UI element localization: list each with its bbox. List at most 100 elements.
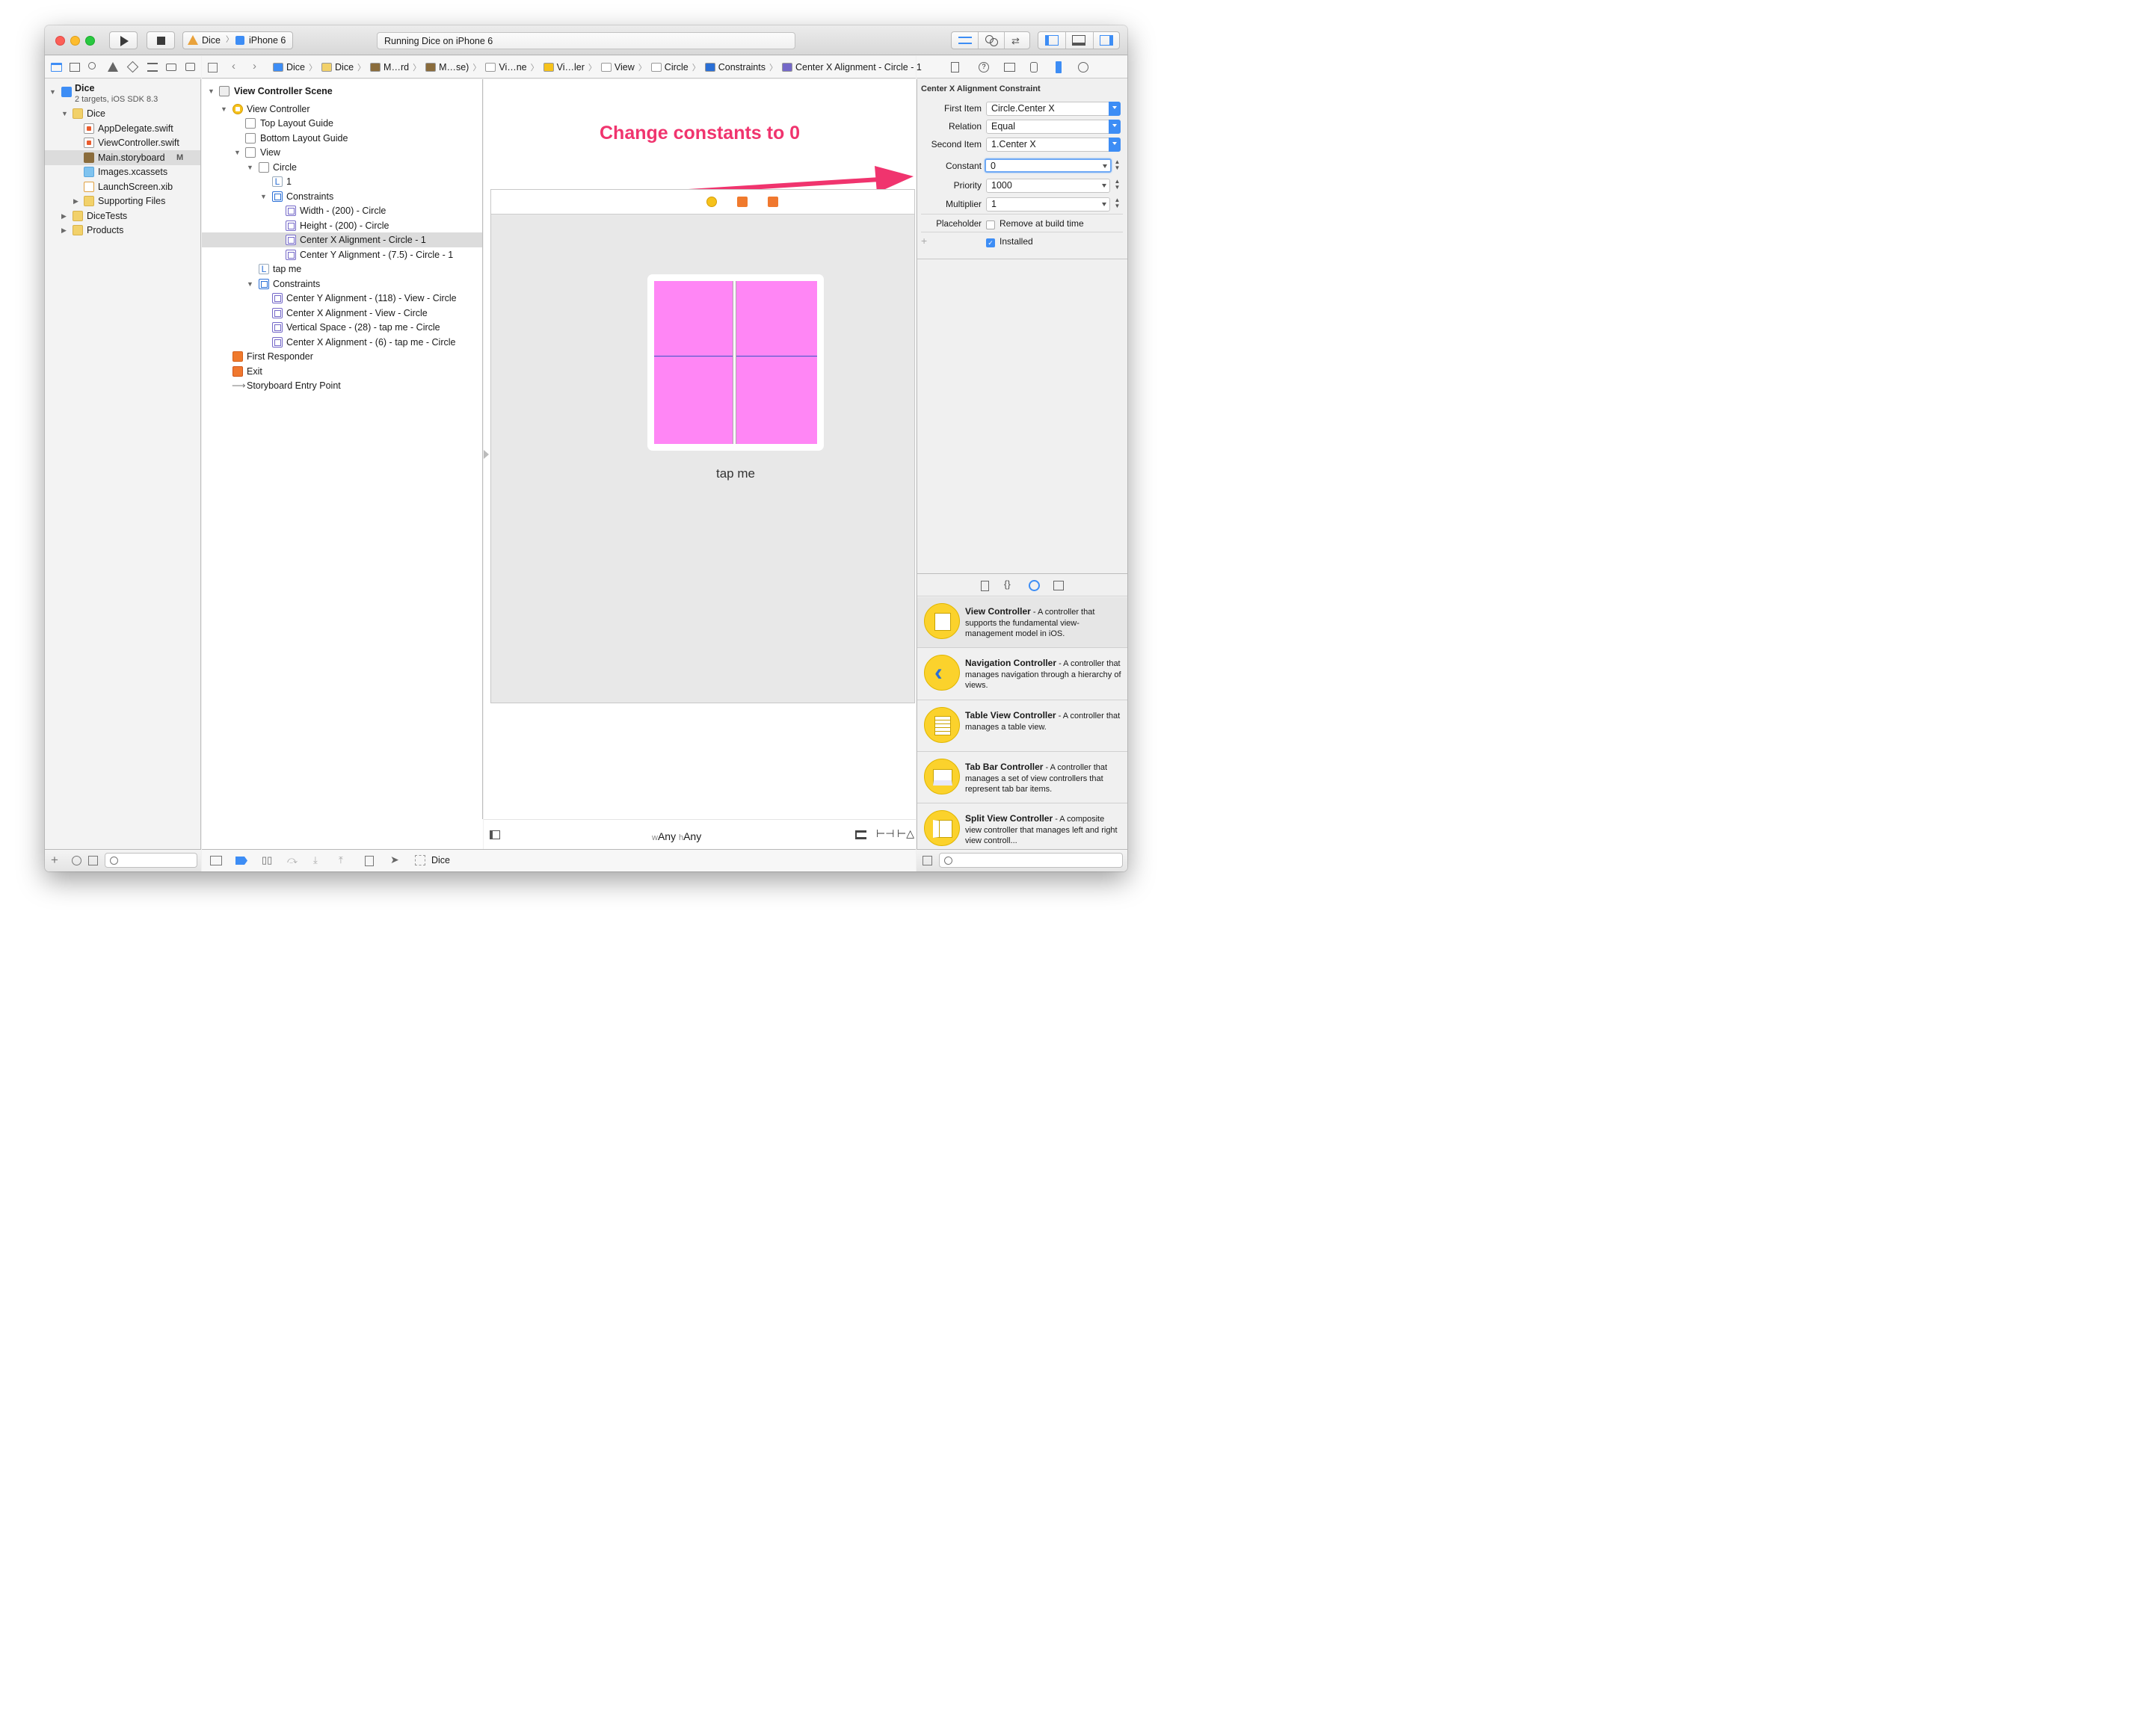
outline-row[interactable]: ⟶ Storyboard Entry Point	[202, 378, 483, 393]
breadcrumb-item[interactable]: Vi…ne 〉	[485, 61, 543, 73]
breakpoint-navigator-icon[interactable]	[166, 64, 176, 71]
object-library-icon[interactable]	[1029, 580, 1040, 591]
related-items-icon[interactable]	[208, 63, 218, 72]
outline-row[interactable]: ▼ Circle	[202, 160, 483, 175]
tap-me-label[interactable]: tap me	[647, 466, 824, 481]
breadcrumb-item[interactable]: Dice 〉	[321, 61, 370, 73]
outline-row[interactable]: First Responder	[202, 349, 483, 364]
view-controller-frame[interactable]: tap me	[490, 189, 915, 703]
disclosure-open-icon[interactable]: ▼	[247, 160, 253, 175]
zoom-button[interactable]	[85, 36, 95, 46]
size-inspector-icon[interactable]	[1056, 61, 1062, 73]
first-responder-dock-icon[interactable]	[737, 197, 748, 207]
disclosure-open-icon[interactable]: ▼	[260, 189, 267, 204]
pause-icon[interactable]: ▯▯	[262, 854, 272, 866]
file-template-icon[interactable]	[981, 581, 989, 591]
standard-editor-icon[interactable]	[958, 37, 972, 44]
nav-item-launchscreen[interactable]: LaunchScreen.xib	[45, 179, 200, 194]
library-item[interactable]: Tab Bar Controller - A controller that m…	[917, 753, 1127, 803]
symbol-navigator-icon[interactable]	[70, 63, 80, 72]
library-item[interactable]: ‹ Navigation Controller - A controller t…	[917, 649, 1127, 700]
debug-navigator-icon[interactable]	[147, 63, 158, 72]
step-in-icon[interactable]: ⤓	[313, 854, 318, 866]
stop-button[interactable]	[147, 31, 175, 49]
disclosure-open-icon[interactable]: ▼	[208, 84, 215, 99]
nav-item-images[interactable]: Images.xcassets	[45, 164, 200, 179]
outline-row[interactable]: Top Layout Guide	[202, 116, 483, 131]
breadcrumb-item[interactable]: Circle 〉	[650, 61, 705, 73]
step-over-icon[interactable]: ⤼	[287, 854, 298, 866]
library-item[interactable]: View Controller - A controller that supp…	[917, 597, 1127, 648]
utilities-toggle-icon[interactable]	[1100, 35, 1113, 46]
breadcrumb-item[interactable]: M…se) 〉	[425, 61, 485, 73]
code-snippet-icon[interactable]: {}	[1004, 578, 1011, 590]
issue-navigator-icon[interactable]	[108, 62, 118, 72]
disclosure-open-icon[interactable]: ▼	[234, 145, 241, 160]
breadcrumb-item[interactable]: Dice 〉	[273, 61, 321, 73]
outline-scene-header[interactable]: ▼ View Controller Scene	[202, 84, 483, 99]
run-button[interactable]	[109, 31, 138, 49]
outline-row[interactable]: Bottom Layout Guide	[202, 131, 483, 146]
back-arrow-icon[interactable]: ‹	[232, 60, 235, 72]
scheme-selector[interactable]: Dice 〉 iPhone 6	[182, 31, 293, 49]
outline-row[interactable]: ▼ Constraints	[202, 189, 483, 204]
disclosure-open-icon[interactable]: ▼	[247, 277, 253, 291]
breadcrumb-item[interactable]: Constraints 〉	[704, 61, 782, 73]
breadcrumb-item[interactable]: Vi…ler 〉	[543, 61, 601, 73]
pin-icon[interactable]: ⊢⊣	[876, 827, 894, 840]
disclosure-closed-icon[interactable]: ▶	[61, 209, 67, 223]
close-button[interactable]	[55, 36, 65, 46]
test-navigator-icon[interactable]	[126, 61, 139, 73]
forward-arrow-icon[interactable]: ›	[253, 60, 256, 72]
circle-image-view[interactable]	[647, 274, 824, 451]
installed-checkbox[interactable]: ✓	[986, 238, 995, 247]
constant-field[interactable]: 0	[985, 158, 1112, 173]
add-variation-icon[interactable]: +	[921, 235, 927, 247]
second-item-popup[interactable]: 1.Center X	[986, 138, 1121, 152]
find-navigator-icon[interactable]	[88, 62, 96, 70]
outline-row[interactable]: Height - (200) - Circle	[202, 218, 483, 233]
source-control-filter-icon[interactable]	[88, 856, 98, 865]
breadcrumb-item[interactable]: View 〉	[600, 61, 651, 73]
navigator-filter-field[interactable]	[105, 853, 197, 868]
priority-stepper[interactable]: ▲ ▼	[1114, 179, 1121, 193]
relation-popup[interactable]: Equal	[986, 120, 1121, 134]
document-outline-toggle-icon[interactable]	[490, 830, 500, 839]
outline-toggle-icon[interactable]	[484, 450, 489, 459]
outline-row[interactable]: ▼ View	[202, 145, 483, 160]
size-class-control[interactable]: wAny hAny	[652, 830, 701, 842]
outline-row[interactable]: Center X Alignment - (6) - tap me - Circ…	[202, 335, 483, 350]
outline-row[interactable]: Exit	[202, 364, 483, 379]
disclosure-closed-icon[interactable]: ▶	[61, 223, 67, 238]
media-library-icon[interactable]	[1053, 581, 1064, 590]
outline-row-selected[interactable]: Center X Alignment - Circle - 1	[202, 232, 482, 247]
library-item[interactable]: Split View Controller - A composite view…	[917, 804, 1127, 855]
report-navigator-icon[interactable]	[185, 63, 195, 71]
resolve-issues-icon[interactable]: ⊢△	[897, 827, 914, 840]
outline-row[interactable]: Width - (200) - Circle	[202, 203, 483, 218]
debug-area-toggle-icon[interactable]	[1072, 35, 1085, 46]
location-icon[interactable]: ➤	[390, 854, 399, 866]
project-navigator-icon[interactable]	[51, 63, 62, 72]
connections-inspector-icon[interactable]	[1078, 62, 1088, 72]
nav-item-appdelegate[interactable]: AppDelegate.swift	[45, 121, 200, 136]
multiplier-stepper[interactable]: ▲ ▼	[1114, 197, 1121, 212]
nav-item-supporting-files[interactable]: ▶ Supporting Files	[45, 194, 200, 209]
disclosure-open-icon[interactable]: ▼	[61, 106, 68, 121]
outline-row[interactable]: ▼ Constraints	[202, 277, 483, 291]
view-controller-dock-icon[interactable]	[706, 197, 717, 207]
debug-target-label[interactable]: Dice	[431, 855, 450, 865]
placeholder-checkbox[interactable]	[986, 220, 995, 229]
nav-item-viewcontroller[interactable]: ViewController.swift	[45, 135, 200, 150]
outline-row[interactable]: L1	[202, 174, 483, 189]
breadcrumb-item[interactable]: M…rd 〉	[370, 61, 425, 73]
priority-field[interactable]: 1000	[986, 179, 1110, 193]
disclosure-open-icon[interactable]: ▼	[221, 102, 227, 117]
help-icon[interactable]: ?	[979, 62, 989, 72]
nav-item-products[interactable]: ▶ Products	[45, 223, 200, 238]
nav-item-main-storyboard[interactable]: Main.storyboard M	[45, 150, 200, 165]
disclosure-open-icon[interactable]: ▼	[49, 84, 56, 99]
add-icon[interactable]: +	[51, 853, 58, 868]
breakpoints-toggle-icon[interactable]	[235, 857, 247, 865]
minimize-button[interactable]	[70, 36, 80, 46]
